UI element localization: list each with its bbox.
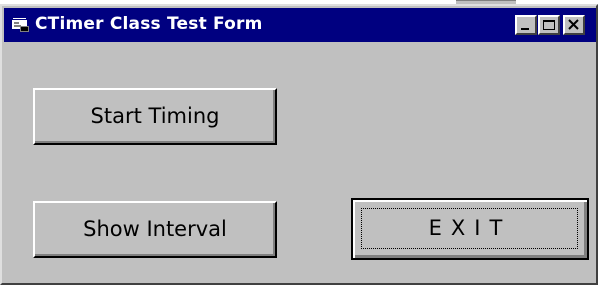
exit-button[interactable]: EXIT bbox=[351, 198, 589, 260]
form-client-area: Start Timing Show Interval EXIT bbox=[4, 42, 596, 281]
close-icon bbox=[568, 19, 579, 30]
start-timing-label: Start Timing bbox=[90, 103, 220, 128]
form-window-icon bbox=[12, 17, 29, 32]
minimize-icon bbox=[521, 28, 529, 30]
minimize-button[interactable] bbox=[515, 15, 537, 35]
exit-label: EXIT bbox=[428, 216, 512, 240]
maximize-icon bbox=[543, 20, 555, 30]
show-interval-label: Show Interval bbox=[83, 216, 227, 241]
maximize-button[interactable] bbox=[538, 15, 560, 35]
window-title: CTimer Class Test Form bbox=[35, 14, 263, 34]
close-button[interactable] bbox=[563, 15, 585, 35]
start-timing-button[interactable]: Start Timing bbox=[33, 88, 277, 145]
ctimer-test-form-window: CTimer Class Test Form Start Timing Show… bbox=[0, 4, 598, 285]
show-interval-button[interactable]: Show Interval bbox=[33, 201, 277, 258]
title-bar[interactable]: CTimer Class Test Form bbox=[4, 8, 596, 42]
